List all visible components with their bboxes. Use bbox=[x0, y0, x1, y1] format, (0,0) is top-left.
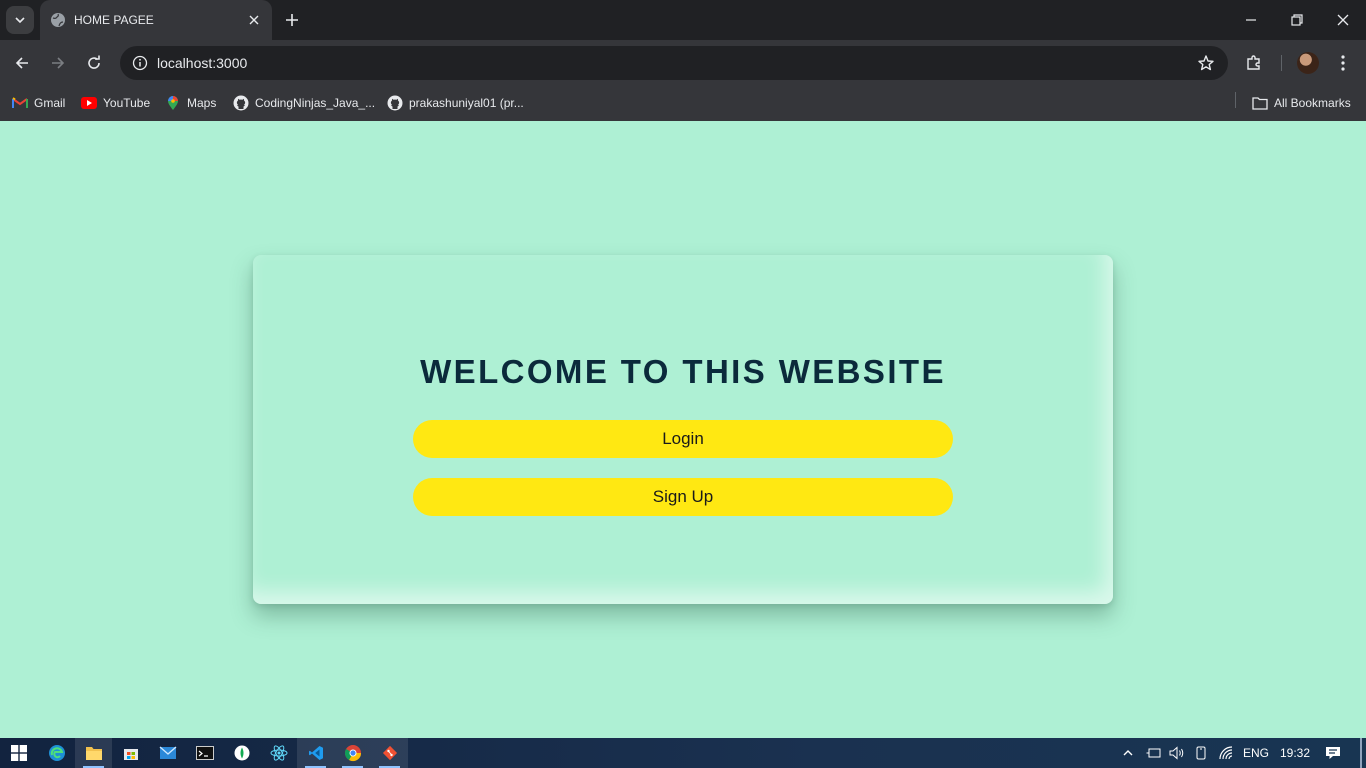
close-icon bbox=[1337, 14, 1349, 26]
minimize-button[interactable] bbox=[1228, 0, 1274, 40]
restore-icon bbox=[1291, 14, 1303, 26]
bookmarks-divider bbox=[1235, 92, 1236, 108]
chrome-icon bbox=[344, 745, 361, 762]
globe-icon bbox=[50, 12, 66, 28]
folder-icon bbox=[1252, 95, 1268, 111]
bookmark-gmail[interactable]: Gmail bbox=[12, 92, 65, 114]
taskbar-store[interactable] bbox=[112, 738, 149, 768]
taskbar-file-explorer[interactable] bbox=[75, 738, 112, 768]
notifications-icon[interactable] bbox=[1325, 738, 1341, 768]
show-hidden-icons[interactable] bbox=[1122, 738, 1134, 768]
taskbar-mail[interactable] bbox=[149, 738, 186, 768]
wifi-icon[interactable] bbox=[1219, 738, 1235, 768]
reload-button[interactable] bbox=[80, 49, 108, 77]
clock[interactable]: 19:32 bbox=[1280, 738, 1310, 768]
browser-titlebar: HOME PAGEE bbox=[0, 0, 1366, 40]
react-icon bbox=[270, 745, 287, 761]
tab-search-button[interactable] bbox=[6, 6, 34, 34]
start-button[interactable] bbox=[0, 738, 37, 768]
menu-kebab-icon[interactable] bbox=[1331, 51, 1355, 75]
minimize-icon bbox=[1246, 19, 1256, 21]
github-icon bbox=[233, 95, 249, 111]
windows-taskbar: ENG 19:32 bbox=[0, 738, 1366, 768]
bookmark-star-icon[interactable] bbox=[1196, 53, 1216, 73]
taskbar-git[interactable] bbox=[371, 738, 408, 768]
youtube-icon bbox=[81, 95, 97, 111]
mail-icon bbox=[159, 746, 176, 759]
browser-tab[interactable]: HOME PAGEE bbox=[40, 0, 272, 40]
taskbar-mongodb-compass[interactable] bbox=[223, 738, 260, 768]
url-text[interactable]: localhost:3000 bbox=[157, 55, 247, 71]
bookmark-label: CodingNinjas_Java_... bbox=[255, 96, 376, 110]
page-viewport: WELCOME TO THIS WEBSITE Login Sign Up bbox=[0, 121, 1366, 738]
all-bookmarks-button[interactable]: All Bookmarks bbox=[1252, 92, 1351, 114]
bookmark-label: Maps bbox=[187, 96, 217, 110]
back-button[interactable] bbox=[8, 49, 36, 77]
bookmark-label: prakashuniyal01 (pr... bbox=[409, 96, 524, 110]
arrow-left-icon bbox=[15, 57, 28, 69]
maps-icon bbox=[165, 95, 181, 111]
tab-title: HOME PAGEE bbox=[74, 13, 154, 27]
reload-icon bbox=[88, 55, 100, 69]
bookmark-label: YouTube bbox=[103, 96, 151, 110]
bookmark-youtube[interactable]: YouTube bbox=[81, 92, 150, 114]
bookmark-prakashuniyal01[interactable]: prakashuniyal01 (pr... bbox=[387, 92, 524, 114]
close-window-button[interactable] bbox=[1320, 0, 1366, 40]
language-indicator[interactable]: ENG bbox=[1243, 738, 1269, 768]
arrow-right-icon bbox=[52, 57, 65, 69]
extensions-icon[interactable] bbox=[1242, 51, 1266, 75]
github-icon bbox=[387, 95, 403, 111]
signup-button[interactable]: Sign Up bbox=[413, 478, 953, 516]
welcome-card: WELCOME TO THIS WEBSITE Login Sign Up bbox=[253, 255, 1113, 604]
show-desktop-button[interactable] bbox=[1360, 738, 1362, 768]
chevron-down-icon bbox=[15, 17, 25, 24]
restore-button[interactable] bbox=[1274, 0, 1320, 40]
vscode-icon bbox=[308, 746, 323, 760]
edge-icon bbox=[48, 745, 65, 761]
login-button[interactable]: Login bbox=[413, 420, 953, 458]
bookmark-codingninjas[interactable]: CodingNinjas_Java_... bbox=[233, 92, 375, 114]
bookmarks-bar: Gmail YouTube Maps CodingNinjas_Java_...… bbox=[0, 86, 1366, 121]
power-icon[interactable] bbox=[1146, 738, 1162, 768]
bookmark-label: Gmail bbox=[34, 96, 66, 110]
terminal-icon bbox=[195, 746, 214, 760]
page-title: WELCOME TO THIS WEBSITE bbox=[420, 353, 946, 390]
taskbar-react-devtools[interactable] bbox=[260, 738, 297, 768]
mongodb-compass-icon bbox=[234, 745, 249, 761]
folder-icon bbox=[85, 747, 102, 760]
git-icon bbox=[382, 745, 397, 761]
browser-toolbar: localhost:3000 bbox=[0, 40, 1366, 86]
profile-avatar[interactable] bbox=[1297, 52, 1319, 74]
windows-logo-icon bbox=[10, 745, 27, 761]
taskbar-edge[interactable] bbox=[38, 738, 75, 768]
site-info-icon[interactable] bbox=[128, 51, 152, 75]
forward-button[interactable] bbox=[44, 49, 72, 77]
volume-icon[interactable] bbox=[1169, 738, 1185, 768]
bookmark-maps[interactable]: Maps bbox=[165, 92, 216, 114]
taskbar-chrome[interactable] bbox=[334, 738, 371, 768]
phone-link-icon[interactable] bbox=[1195, 738, 1207, 768]
plus-icon bbox=[286, 14, 298, 26]
store-icon bbox=[123, 749, 138, 760]
tab-close-icon[interactable] bbox=[246, 12, 262, 28]
toolbar-divider bbox=[1281, 55, 1282, 71]
new-tab-button[interactable] bbox=[280, 8, 304, 32]
taskbar-vscode[interactable] bbox=[297, 738, 334, 768]
address-bar[interactable]: localhost:3000 bbox=[120, 46, 1228, 80]
all-bookmarks-label: All Bookmarks bbox=[1274, 96, 1351, 110]
gmail-icon bbox=[12, 95, 28, 111]
taskbar-terminal[interactable] bbox=[186, 738, 223, 768]
chevron-up-icon bbox=[1123, 750, 1133, 756]
